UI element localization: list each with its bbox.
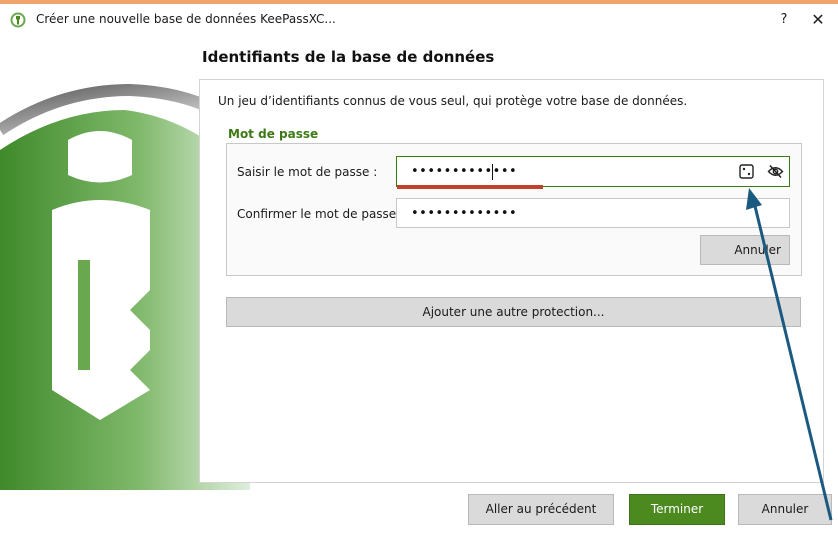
enter-password-label: Saisir le mot de passe : bbox=[237, 165, 378, 179]
back-button[interactable]: Aller au précédent bbox=[468, 494, 614, 525]
confirm-password-value: ••••••••••••• bbox=[411, 206, 518, 221]
confirm-password-input[interactable]: ••••••••••••• bbox=[396, 198, 790, 228]
cancel-password-button[interactable]: Annuler bbox=[700, 235, 790, 265]
password-value: ••••••••••••• bbox=[411, 164, 518, 179]
window-title: Créer une nouvelle base de données KeePa… bbox=[36, 12, 336, 26]
cancel-button[interactable]: Annuler bbox=[738, 494, 832, 525]
password-input[interactable]: ••••••••••••• bbox=[396, 156, 790, 187]
confirm-password-label: Confirmer le mot de passe : bbox=[237, 207, 405, 221]
close-button[interactable]: ✕ bbox=[806, 10, 830, 30]
description-text: Un jeu d’identifiants connus de vous seu… bbox=[218, 94, 688, 108]
add-protection-button[interactable]: Ajouter une autre protection... bbox=[226, 297, 801, 327]
help-button[interactable]: ? bbox=[774, 10, 794, 30]
keepassxc-logo-icon bbox=[10, 12, 26, 28]
finish-button[interactable]: Terminer bbox=[629, 494, 725, 525]
text-cursor bbox=[492, 164, 493, 180]
password-group-title: Mot de passe bbox=[228, 127, 319, 141]
title-bar: Créer une nouvelle base de données KeePa… bbox=[0, 4, 838, 36]
eye-slash-icon[interactable] bbox=[767, 164, 784, 179]
dice-icon[interactable] bbox=[739, 164, 754, 179]
password-strength-bar bbox=[397, 185, 543, 189]
page-heading: Identifiants de la base de données bbox=[202, 48, 495, 66]
